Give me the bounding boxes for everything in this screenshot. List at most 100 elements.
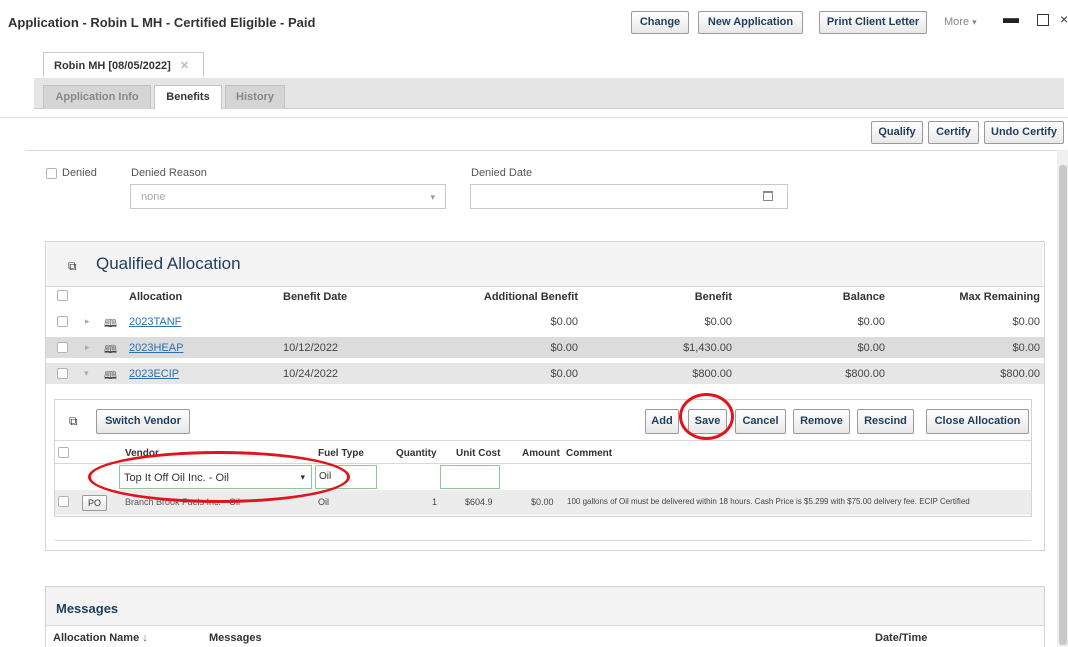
dropdown-arrow-icon: ▾	[430, 192, 435, 202]
vendor-icon: ⧉	[69, 414, 78, 428]
rescind-button[interactable]: Rescind	[857, 409, 914, 434]
max-remaining-cell: $800.00	[1000, 368, 1040, 380]
vendor-header-amount[interactable]: Amount	[522, 448, 560, 459]
close-icon[interactable]: ×	[1060, 11, 1068, 27]
tab-strip: Application Info Benefits History	[34, 78, 1064, 109]
dropdown-arrow-icon: ▾	[972, 17, 977, 27]
allocation-link[interactable]: 2023ECIP	[129, 368, 179, 380]
benefit-cell: $0.00	[704, 316, 732, 328]
additional-benefit-cell: $0.00	[550, 342, 578, 354]
close-tab-icon[interactable]: ✕	[180, 60, 189, 72]
vendor-header-fuel-type[interactable]: Fuel Type	[318, 448, 364, 459]
certify-button[interactable]: Certify	[928, 121, 979, 144]
doc-tab-label: Robin MH [08/05/2022]	[54, 60, 171, 72]
select-all-vendors-checkbox[interactable]	[58, 447, 69, 458]
more-menu[interactable]: More ▾	[944, 16, 977, 28]
sort-down-icon[interactable]: ↓	[142, 632, 148, 644]
max-remaining-cell: $0.00	[1012, 316, 1040, 328]
benefit-cell: $1,430.00	[683, 342, 732, 354]
tab-benefits[interactable]: Benefits	[154, 85, 222, 109]
unit-cost-cell: $604.9	[465, 497, 493, 507]
benefit-cell: $800.00	[692, 368, 732, 380]
change-button[interactable]: Change	[631, 11, 689, 34]
qualify-button[interactable]: Qualify	[871, 121, 923, 144]
allocation-link[interactable]: 2023HEAP	[129, 342, 183, 354]
denied-date-input[interactable]	[470, 184, 788, 209]
allocation-header-benefit-date[interactable]: Benefit Date	[283, 291, 347, 303]
messages-header-allocation-name[interactable]: Allocation Name ↓	[53, 632, 148, 644]
messages-header-messages[interactable]: Messages	[209, 632, 262, 644]
undo-certify-button[interactable]: Undo Certify	[984, 121, 1064, 144]
balance-cell: $0.00	[857, 316, 885, 328]
quantity-cell: 1	[431, 497, 437, 507]
messages-header-allocation-name-label: Allocation Name	[53, 632, 140, 644]
denied-reason-value: none	[141, 191, 166, 203]
edit-row-divider	[55, 463, 1031, 464]
allocation-header-balance[interactable]: Balance	[800, 291, 885, 303]
print-client-letter-button[interactable]: Print Client Letter	[819, 11, 927, 34]
max-remaining-cell: $0.00	[1012, 342, 1040, 354]
row-checkbox[interactable]	[57, 342, 68, 353]
vendor-footer-divider	[55, 540, 1031, 541]
denied-label: Denied	[62, 167, 97, 179]
messages-header-datetime[interactable]: Date/Time	[875, 632, 927, 644]
close-allocation-button[interactable]: Close Allocation	[926, 409, 1029, 434]
balance-cell: $800.00	[845, 368, 885, 380]
expand-arrow-icon[interactable]: ▸	[85, 316, 90, 327]
amount-cell: $0.00	[531, 497, 554, 507]
benefit-date-cell: 10/24/2022	[283, 368, 339, 380]
tab-application-info[interactable]: Application Info	[43, 85, 151, 109]
qualified-allocation-title: Qualified Allocation	[96, 254, 241, 273]
dropdown-arrow-icon: ▾	[300, 472, 305, 482]
vendor-header-comment[interactable]: Comment	[566, 448, 612, 459]
balance-cell: $0.00	[857, 342, 885, 354]
vendor-header-quantity[interactable]: Quantity	[396, 448, 437, 459]
allocation-header-benefit[interactable]: Benefit	[640, 291, 732, 303]
save-button[interactable]: Save	[688, 409, 727, 434]
fuel-type-cell: Oil	[318, 497, 329, 507]
vendor-select[interactable]: Top It Off Oil Inc. - Oil ▾	[119, 465, 312, 489]
allocation-header-allocation[interactable]: Allocation	[129, 291, 182, 303]
add-button[interactable]: Add	[645, 409, 679, 434]
benefit-date-cell: 10/12/2022	[283, 342, 339, 354]
window-title: Application - Robin L MH - Certified Eli…	[8, 15, 316, 30]
denied-reason-label: Denied Reason	[131, 167, 207, 179]
allocation-link[interactable]: 2023TANF	[129, 316, 181, 328]
messages-title: Messages	[56, 601, 119, 616]
maximize-icon[interactable]	[1037, 14, 1049, 26]
collapse-arrow-icon[interactable]: ▾	[84, 368, 89, 379]
remove-button[interactable]: Remove	[793, 409, 850, 434]
vendor-cell: Branch Brook Fuels Inc. - Oil	[125, 497, 241, 507]
fuel-type-input[interactable]: Oil	[315, 465, 377, 489]
vendor-header-unit-cost[interactable]: Unit Cost	[456, 448, 500, 459]
switch-vendor-button[interactable]: Switch Vendor	[96, 409, 190, 434]
comment-cell: 100 gallons of Oil must be delivered wit…	[567, 497, 970, 506]
more-label: More	[944, 16, 970, 28]
unit-cost-input[interactable]	[440, 465, 500, 489]
denied-checkbox[interactable]	[46, 168, 57, 179]
new-application-button[interactable]: New Application	[698, 11, 803, 34]
denied-reason-select[interactable]: none ▾	[130, 184, 446, 209]
po-button[interactable]: PO	[82, 495, 107, 511]
book-icon: 🕮	[104, 344, 117, 356]
allocation-header-additional-benefit[interactable]: Additional Benefit	[430, 291, 578, 303]
allocation-header-max-remaining[interactable]: Max Remaining	[920, 291, 1040, 303]
cancel-button[interactable]: Cancel	[735, 409, 786, 434]
denied-date-label: Denied Date	[471, 167, 533, 179]
toolbar-divider	[0, 117, 1068, 118]
row-checkbox[interactable]	[58, 496, 69, 507]
doc-tab[interactable]: Robin MH [08/05/2022] ✕	[43, 52, 204, 77]
scrollbar-thumb[interactable]	[1059, 165, 1067, 645]
expand-arrow-icon[interactable]: ▸	[85, 342, 90, 353]
row-checkbox[interactable]	[57, 316, 68, 327]
minimize-icon[interactable]: ▬	[1003, 10, 1019, 28]
vendor-select-value: Top It Off Oil Inc. - Oil	[124, 472, 229, 484]
row-checkbox[interactable]	[57, 368, 68, 379]
book-icon: 🕮	[104, 318, 117, 330]
additional-benefit-cell: $0.00	[550, 316, 578, 328]
select-all-allocations-checkbox[interactable]	[57, 290, 68, 301]
calendar-icon[interactable]	[763, 191, 773, 201]
vendor-header-vendor[interactable]: Vendor	[125, 448, 159, 459]
allocation-icon: ⧉	[68, 259, 77, 273]
tab-history[interactable]: History	[225, 85, 285, 109]
